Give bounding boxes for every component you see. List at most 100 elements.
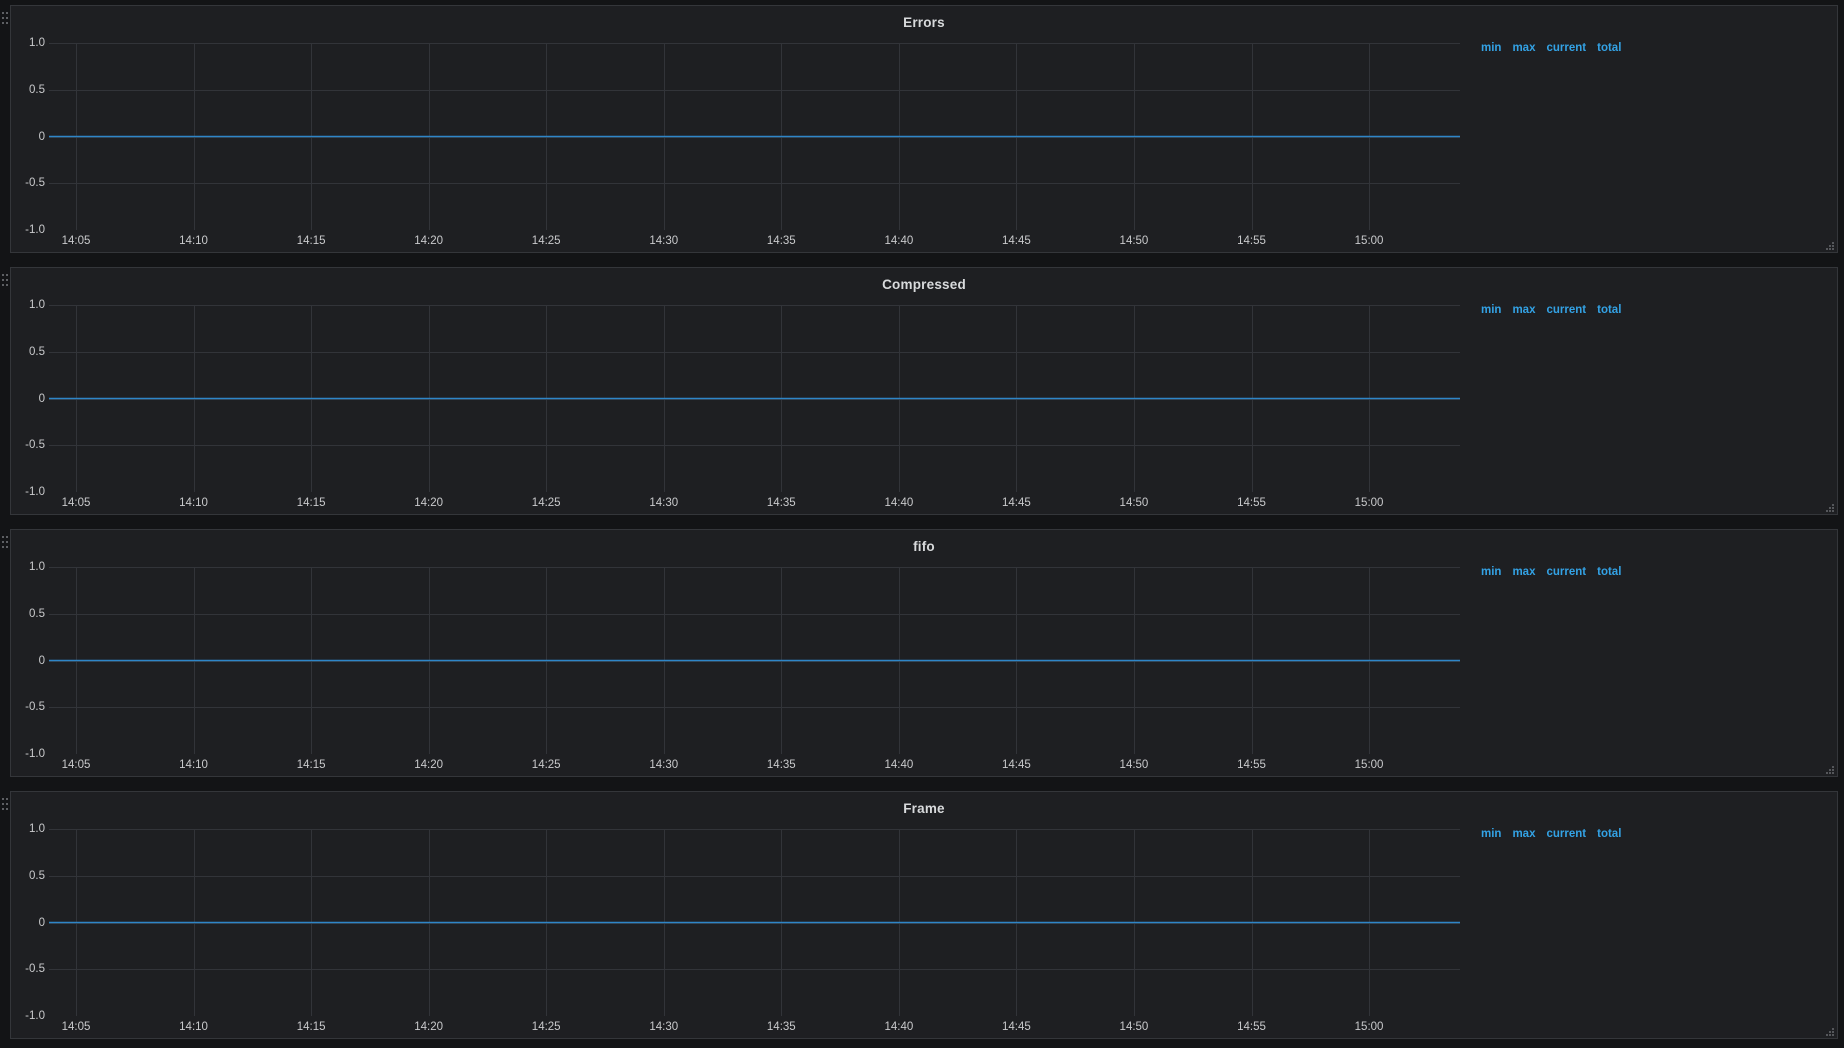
x-tick-label: 14:40 bbox=[884, 759, 914, 771]
y-axis-labels: 1.0 0.5 0 -0.5 -1.0 bbox=[11, 268, 45, 514]
x-tick-label: 14:45 bbox=[1002, 497, 1031, 509]
x-tick-label: 14:35 bbox=[766, 235, 796, 247]
x-axis-labels: 14:05 14:10 14:15 14:20 14:25 14:30 14:35 14:40… bbox=[11, 1021, 1837, 1037]
x-tick-label: 15:00 bbox=[1354, 759, 1384, 771]
x-tick-label: 15:00 bbox=[1354, 1021, 1384, 1033]
x-tick-label: 15:00 bbox=[1354, 235, 1384, 247]
legend-col-min[interactable]: min bbox=[1481, 566, 1501, 578]
y-tick-label: -0.5 bbox=[25, 439, 45, 452]
chart-plot-area[interactable] bbox=[49, 305, 1460, 492]
y-tick-label: 0.5 bbox=[29, 345, 45, 358]
x-tick-label: 14:20 bbox=[414, 497, 444, 509]
panel-title[interactable]: Frame bbox=[11, 801, 1837, 816]
y-axis-labels: 1.0 0.5 0 -0.5 -1.0 bbox=[11, 530, 45, 776]
y-tick-label: -0.5 bbox=[25, 701, 45, 714]
x-tick-label: 14:35 bbox=[766, 1021, 796, 1033]
panel-title[interactable]: Errors bbox=[11, 15, 1837, 30]
panel-drag-handle-icon[interactable] bbox=[2, 274, 8, 289]
graph-panel: Errors min max current total 1.0 0.5 0 -0.5 -1.… bbox=[2, 5, 1838, 253]
legend-col-total[interactable]: total bbox=[1597, 304, 1621, 316]
panel-resize-grip-icon[interactable] bbox=[1824, 502, 1835, 513]
x-tick-label: 14:05 bbox=[61, 1021, 91, 1033]
x-tick-label: 14:10 bbox=[179, 1021, 208, 1033]
legend-header: min max current total bbox=[1481, 304, 1621, 316]
x-tick-label: 14:10 bbox=[179, 497, 208, 509]
grafana-dashboard: Errors min max current total 1.0 0.5 0 -0.5 -1.… bbox=[0, 0, 1844, 1048]
panel-title[interactable]: fifo bbox=[11, 539, 1837, 554]
x-tick-label: 14:25 bbox=[531, 1021, 561, 1033]
panel-drag-handle-icon[interactable] bbox=[2, 536, 8, 551]
x-tick-label: 14:55 bbox=[1237, 759, 1266, 771]
panel-title[interactable]: Compressed bbox=[11, 277, 1837, 292]
y-tick-label: 0 bbox=[38, 392, 45, 405]
x-tick-label: 14:15 bbox=[296, 497, 326, 509]
panel-drag-handle-icon[interactable] bbox=[2, 798, 8, 813]
y-tick-label: 0.5 bbox=[29, 83, 45, 96]
legend-col-min[interactable]: min bbox=[1481, 828, 1501, 840]
y-tick-label: 1.0 bbox=[29, 823, 45, 835]
y-tick-label: 0 bbox=[38, 654, 45, 667]
x-tick-label: 14:40 bbox=[884, 1021, 914, 1033]
chart-plot-area[interactable] bbox=[49, 829, 1460, 1016]
panel-drag-handle-icon[interactable] bbox=[2, 12, 8, 27]
legend-col-min[interactable]: min bbox=[1481, 42, 1501, 54]
x-tick-label: 14:30 bbox=[649, 235, 679, 247]
x-tick-label: 14:35 bbox=[766, 497, 796, 509]
y-tick-label: 1.0 bbox=[29, 37, 45, 49]
legend-col-max[interactable]: max bbox=[1512, 828, 1535, 840]
x-tick-label: 14:15 bbox=[296, 1021, 326, 1033]
legend-col-current[interactable]: current bbox=[1546, 828, 1586, 840]
x-tick-label: 14:45 bbox=[1002, 235, 1031, 247]
x-tick-label: 14:25 bbox=[531, 235, 561, 247]
x-tick-label: 14:45 bbox=[1002, 759, 1031, 771]
panel-resize-grip-icon[interactable] bbox=[1824, 764, 1835, 775]
legend-col-current[interactable]: current bbox=[1546, 566, 1586, 578]
legend-col-current[interactable]: current bbox=[1546, 42, 1586, 54]
y-tick-label: 0.5 bbox=[29, 607, 45, 620]
y-tick-label: 0 bbox=[38, 130, 45, 143]
x-tick-label: 14:20 bbox=[414, 235, 444, 247]
x-tick-label: 14:10 bbox=[179, 235, 208, 247]
legend-col-max[interactable]: max bbox=[1512, 304, 1535, 316]
x-tick-label: 14:50 bbox=[1119, 235, 1149, 247]
x-axis-labels: 14:05 14:10 14:15 14:20 14:25 14:30 14:35 14:40… bbox=[11, 235, 1837, 251]
y-tick-label: 0 bbox=[38, 916, 45, 929]
y-axis-labels: 1.0 0.5 0 -0.5 -1.0 bbox=[11, 792, 45, 1038]
x-tick-label: 14:05 bbox=[61, 235, 91, 247]
x-tick-label: 14:45 bbox=[1002, 1021, 1031, 1033]
x-tick-label: 14:20 bbox=[414, 759, 444, 771]
x-tick-label: 14:20 bbox=[414, 1021, 444, 1033]
x-tick-label: 14:55 bbox=[1237, 497, 1266, 509]
y-tick-label: 1.0 bbox=[29, 561, 45, 573]
chart-plot-area[interactable] bbox=[49, 567, 1460, 754]
x-axis-labels: 14:05 14:10 14:15 14:20 14:25 14:30 14:35 14:40… bbox=[11, 759, 1837, 775]
graph-panel: Frame min max current total 1.0 0.5 0 -0.5 -1.0… bbox=[2, 791, 1838, 1039]
x-tick-label: 15:00 bbox=[1354, 497, 1384, 509]
x-tick-label: 14:30 bbox=[649, 1021, 679, 1033]
x-tick-label: 14:05 bbox=[61, 497, 91, 509]
x-tick-label: 14:25 bbox=[531, 497, 561, 509]
legend-col-max[interactable]: max bbox=[1512, 42, 1535, 54]
legend-col-total[interactable]: total bbox=[1597, 42, 1621, 54]
legend-header: min max current total bbox=[1481, 566, 1621, 578]
y-tick-label: -0.5 bbox=[25, 963, 45, 976]
x-axis-labels: 14:05 14:10 14:15 14:20 14:25 14:30 14:35 14:40… bbox=[11, 497, 1837, 513]
x-tick-label: 14:40 bbox=[884, 235, 914, 247]
graph-panel: fifo min max current total 1.0 0.5 0 -0.5 -1.0 … bbox=[2, 529, 1838, 777]
legend-col-max[interactable]: max bbox=[1512, 566, 1535, 578]
legend-header: min max current total bbox=[1481, 828, 1621, 840]
legend-header: min max current total bbox=[1481, 42, 1621, 54]
legend-col-min[interactable]: min bbox=[1481, 304, 1501, 316]
x-tick-label: 14:30 bbox=[649, 497, 679, 509]
x-tick-label: 14:15 bbox=[296, 235, 326, 247]
y-tick-label: 0.5 bbox=[29, 869, 45, 882]
legend-col-total[interactable]: total bbox=[1597, 566, 1621, 578]
legend-col-current[interactable]: current bbox=[1546, 304, 1586, 316]
legend-col-total[interactable]: total bbox=[1597, 828, 1621, 840]
y-tick-label: -0.5 bbox=[25, 177, 45, 190]
panel-resize-grip-icon[interactable] bbox=[1824, 240, 1835, 251]
panel-resize-grip-icon[interactable] bbox=[1824, 1026, 1835, 1037]
x-tick-label: 14:30 bbox=[649, 759, 679, 771]
x-tick-label: 14:50 bbox=[1119, 759, 1149, 771]
chart-plot-area[interactable] bbox=[49, 43, 1460, 230]
